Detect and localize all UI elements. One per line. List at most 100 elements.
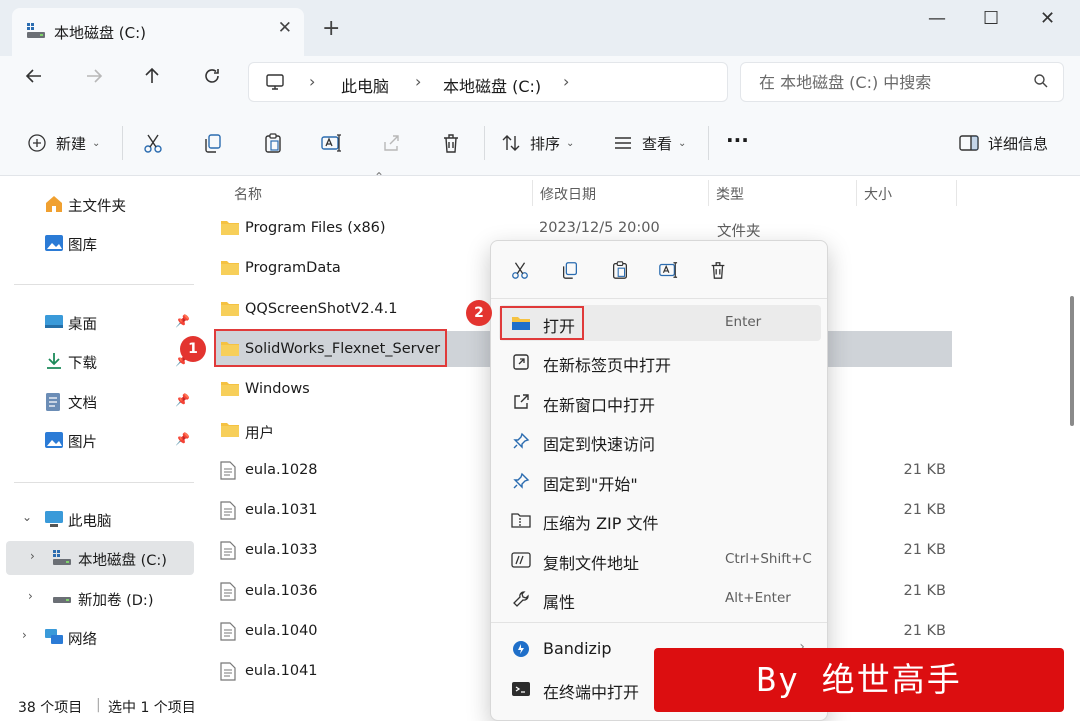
highlight-box-open [500,306,584,340]
menu-item-properties[interactable]: 属性 Alt+Enter [499,581,821,617]
more-options-button[interactable]: ··· [726,128,749,152]
column-divider[interactable] [956,180,957,206]
copy-button[interactable] [202,132,224,154]
tab-title: 本地磁盘 (C:) [54,24,146,42]
column-header-size[interactable]: 大小 [864,184,892,204]
sidebar-item-this-pc[interactable]: ⌄ 此电脑 [0,502,194,536]
chevron-right-icon[interactable]: › [22,628,27,642]
paste-button[interactable] [262,132,284,154]
chevron-right-icon[interactable]: › [30,549,35,563]
chevron-right-icon[interactable]: › [309,72,315,91]
column-divider[interactable] [532,180,533,206]
sidebar-item-volume-d[interactable]: › 新加卷 (D:) [0,581,194,615]
new-tab-button[interactable]: + [322,16,340,41]
selected-count: 选中 1 个项目 [108,700,196,716]
folder-icon [220,259,240,280]
tab-local-disk[interactable]: 本地磁盘 (C:) ✕ [12,8,304,56]
sidebar-item-label: 下载 [68,356,97,372]
file-name: eula.1028 [245,461,318,478]
menu-item-label: 在新标签页中打开 [543,356,672,375]
paste-icon[interactable] [609,259,631,281]
sort-button[interactable]: 排序 ⌄ [500,132,574,154]
terminal-icon [511,679,531,699]
menu-item-pin-start[interactable]: 固定到"开始" [499,463,821,499]
chevron-right-icon[interactable]: › [28,589,33,603]
menu-item-label: 在终端中打开 [543,683,640,702]
sidebar-item-home[interactable]: 主文件夹 [0,187,194,221]
chevron-right-icon[interactable]: › [415,72,421,91]
menu-item-compress-zip[interactable]: 压缩为 ZIP 文件 [499,502,821,538]
sidebar-item-local-disk-c[interactable]: › 本地磁盘 (C:) [6,541,194,575]
close-window-button[interactable]: ✕ [1040,8,1055,29]
menu-item-label: 属性 [543,593,576,612]
breadcrumb-this-pc[interactable]: 此电脑 [341,73,389,97]
file-icon [220,662,236,685]
sidebar-item-pictures[interactable]: 图片 📌 [0,423,194,457]
trash-icon[interactable] [707,259,729,281]
column-header-date[interactable]: 修改日期 [540,184,596,204]
download-icon [44,352,64,374]
breadcrumb-local-disk[interactable]: 本地磁盘 (C:) [443,73,541,97]
new-button[interactable]: 新建 ⌄ [26,132,100,154]
search-icon[interactable] [1033,73,1049,93]
title-bar: 本地磁盘 (C:) ✕ + — ☐ ✕ [0,0,1080,56]
file-icon [220,622,236,645]
column-header-type[interactable]: 类型 [716,184,744,204]
close-tab-icon[interactable]: ✕ [278,18,292,38]
step-badge-2: 2 [466,300,492,326]
details-pane-button[interactable]: 详细信息 [958,132,1048,154]
minimize-button[interactable]: — [928,8,946,29]
search-input[interactable] [759,71,1029,93]
delete-button[interactable] [440,132,462,154]
pin-icon [511,431,531,451]
sidebar-item-desktop[interactable]: 桌面 📌 [0,305,194,339]
column-divider[interactable] [708,180,709,206]
command-bar: 新建 ⌄ 排序 ⌄ 查看 ⌄ ··· 详细信息 [0,110,1080,176]
menu-item-open-new-window[interactable]: 在新窗口中打开 [499,384,821,420]
sidebar-item-documents[interactable]: 文档 📌 [0,384,194,418]
drive-icon [52,589,72,611]
pin-start-icon [511,471,531,491]
chevron-right-icon[interactable]: › [563,72,569,91]
sidebar-item-gallery[interactable]: 图库 [0,226,194,260]
arrow-up-icon [145,67,159,83]
sidebar-item-network[interactable]: › 网络 [0,620,194,654]
file-size: 21 KB [903,542,946,559]
pin-icon[interactable]: 📌 [175,393,190,407]
menu-item-copy-path[interactable]: 复制文件地址 Ctrl+Shift+C [499,542,821,578]
bandizip-icon [511,639,531,659]
copy-icon[interactable] [559,259,581,281]
rename-icon[interactable] [657,259,679,281]
column-header-name[interactable]: 名称 [234,184,262,204]
share-button[interactable] [380,132,402,154]
file-icon [220,461,236,484]
scrollbar-thumb[interactable] [1070,296,1074,426]
arrow-left-icon [25,69,41,83]
menu-item-open-new-tab[interactable]: 在新标签页中打开 [499,344,821,380]
cut-button[interactable] [142,132,164,154]
folder-icon [220,421,240,442]
back-button[interactable] [24,66,44,91]
arrow-right-icon [87,69,103,83]
address-row: › 此电脑 › 本地磁盘 (C:) › [0,56,1080,110]
sidebar-item-downloads[interactable]: 下载 📌 [0,344,194,378]
refresh-button[interactable] [202,66,222,91]
view-button[interactable]: 查看 ⌄ [612,132,686,154]
address-bar[interactable]: › 此电脑 › 本地磁盘 (C:) › [248,62,728,102]
rename-button[interactable] [320,132,342,154]
up-button[interactable] [142,66,162,91]
menu-item-shortcut: Alt+Enter [725,590,791,606]
pin-icon[interactable]: 📌 [175,432,190,446]
column-divider[interactable] [856,180,857,206]
menu-item-pin-quick-access[interactable]: 固定到快速访问 [499,423,821,459]
forward-button[interactable] [84,66,104,91]
file-name: Program Files (x86) [245,220,386,236]
cut-icon[interactable] [509,259,531,281]
vertical-scrollbar[interactable] [1066,176,1080,693]
chevron-down-icon[interactable]: ⌄ [22,510,32,524]
file-name: eula.1031 [245,502,318,519]
pin-icon[interactable]: 📌 [175,314,190,328]
refresh-icon [205,69,219,83]
maximize-button[interactable]: ☐ [983,8,999,29]
computer-icon [265,72,285,96]
